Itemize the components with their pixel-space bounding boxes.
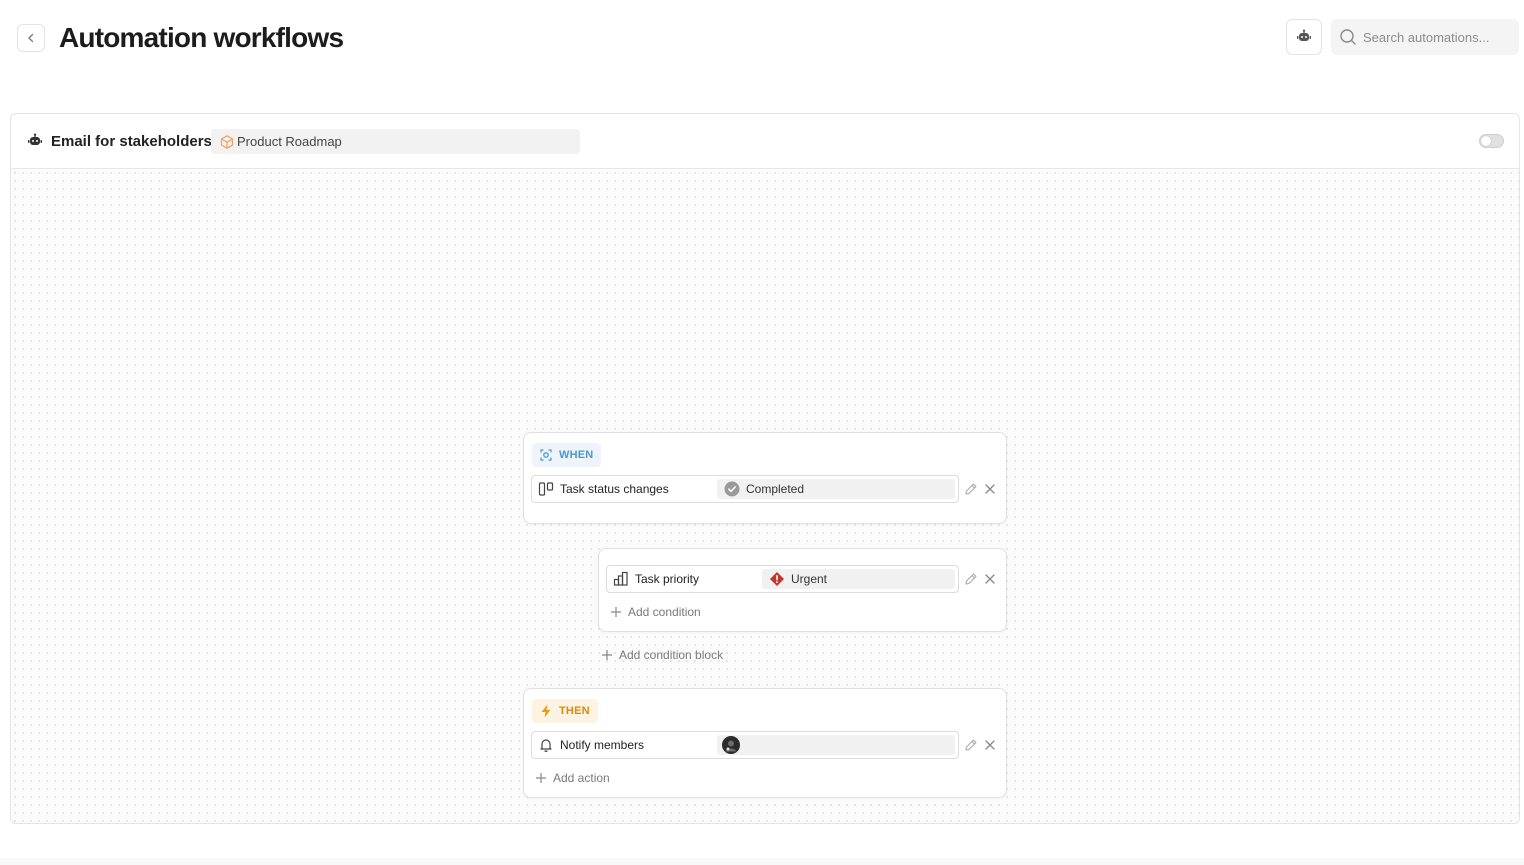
add-action-label: Add action: [553, 771, 610, 785]
edit-action-button[interactable]: [963, 737, 979, 753]
add-action-button[interactable]: Add action: [535, 771, 610, 785]
trigger-row[interactable]: Task status changes Completed: [531, 475, 959, 503]
add-condition-label: Add condition: [628, 605, 701, 619]
bell-icon: [540, 739, 552, 752]
project-name: Product Roadmap: [237, 134, 342, 149]
workflow-header: Email for stakeholders Product Roadmap: [11, 114, 1519, 169]
trigger-value-pill[interactable]: Completed: [717, 479, 955, 499]
action-block: THEN Notify members Add action: [523, 688, 1007, 798]
search-icon: [1340, 29, 1356, 45]
trigger-event-label: Task status changes: [560, 482, 669, 496]
avatar: [722, 736, 740, 754]
then-label: THEN: [559, 705, 590, 717]
trigger-block: WHEN Task status changes Completed: [523, 432, 1007, 524]
plus-icon: [602, 650, 612, 660]
members-pill[interactable]: [717, 735, 955, 755]
project-cube-icon: [220, 134, 234, 149]
condition-label: Task priority: [635, 572, 700, 586]
condition-value: Urgent: [791, 572, 828, 586]
status-columns-icon: [538, 482, 554, 496]
remove-action-button[interactable]: [982, 737, 998, 753]
pencil-icon: [965, 483, 977, 495]
robot-icon: [28, 133, 42, 145]
priority-bars-icon: [613, 571, 628, 586]
action-label: Notify members: [560, 738, 645, 752]
remove-condition-button[interactable]: [982, 571, 998, 587]
chevron-left-icon: [28, 33, 34, 43]
pencil-icon: [965, 739, 977, 751]
close-icon: [985, 574, 995, 584]
action-row[interactable]: Notify members: [531, 731, 959, 759]
remove-trigger-button[interactable]: [982, 481, 998, 497]
urgent-priority-icon: [770, 572, 784, 586]
when-tag: WHEN: [532, 443, 602, 467]
trigger-icon: [540, 449, 552, 461]
workflow-name: Email for stakeholders: [51, 132, 212, 150]
condition-row[interactable]: Task priority Urgent: [606, 565, 959, 593]
then-tag: THEN: [532, 699, 598, 723]
automation-bot-button[interactable]: [1286, 19, 1322, 55]
back-button[interactable]: [17, 24, 45, 52]
close-icon: [985, 740, 995, 750]
lightning-icon: [541, 704, 551, 718]
workflow-enable-toggle[interactable]: [1479, 134, 1504, 148]
search-box[interactable]: [1331, 19, 1519, 55]
add-condition-button[interactable]: Add condition: [610, 605, 701, 619]
robot-icon: [1297, 29, 1311, 41]
plus-icon: [611, 607, 621, 617]
add-condition-block-button[interactable]: Add condition block: [601, 648, 723, 662]
plus-icon: [536, 773, 546, 783]
project-selector[interactable]: Product Roadmap: [211, 129, 580, 154]
workflow-panel: Email for stakeholders Product Roadmap W…: [10, 113, 1520, 824]
when-label: WHEN: [559, 449, 594, 461]
page-title: Automation workflows: [59, 22, 344, 53]
pencil-icon: [965, 573, 977, 585]
edit-condition-button[interactable]: [963, 571, 979, 587]
condition-value-pill[interactable]: Urgent: [762, 569, 955, 589]
page-footer-strip: [0, 858, 1524, 865]
trigger-value: Completed: [746, 482, 805, 496]
close-icon: [985, 484, 995, 494]
add-condition-block-label: Add condition block: [619, 648, 724, 662]
edit-trigger-button[interactable]: [963, 481, 979, 497]
completed-status-icon: [724, 481, 740, 497]
search-input[interactable]: [1363, 29, 1513, 45]
condition-block: Task priority Urgent Add condition: [598, 548, 1007, 632]
workflow-canvas: WHEN Task status changes Completed Task …: [11, 169, 1519, 823]
